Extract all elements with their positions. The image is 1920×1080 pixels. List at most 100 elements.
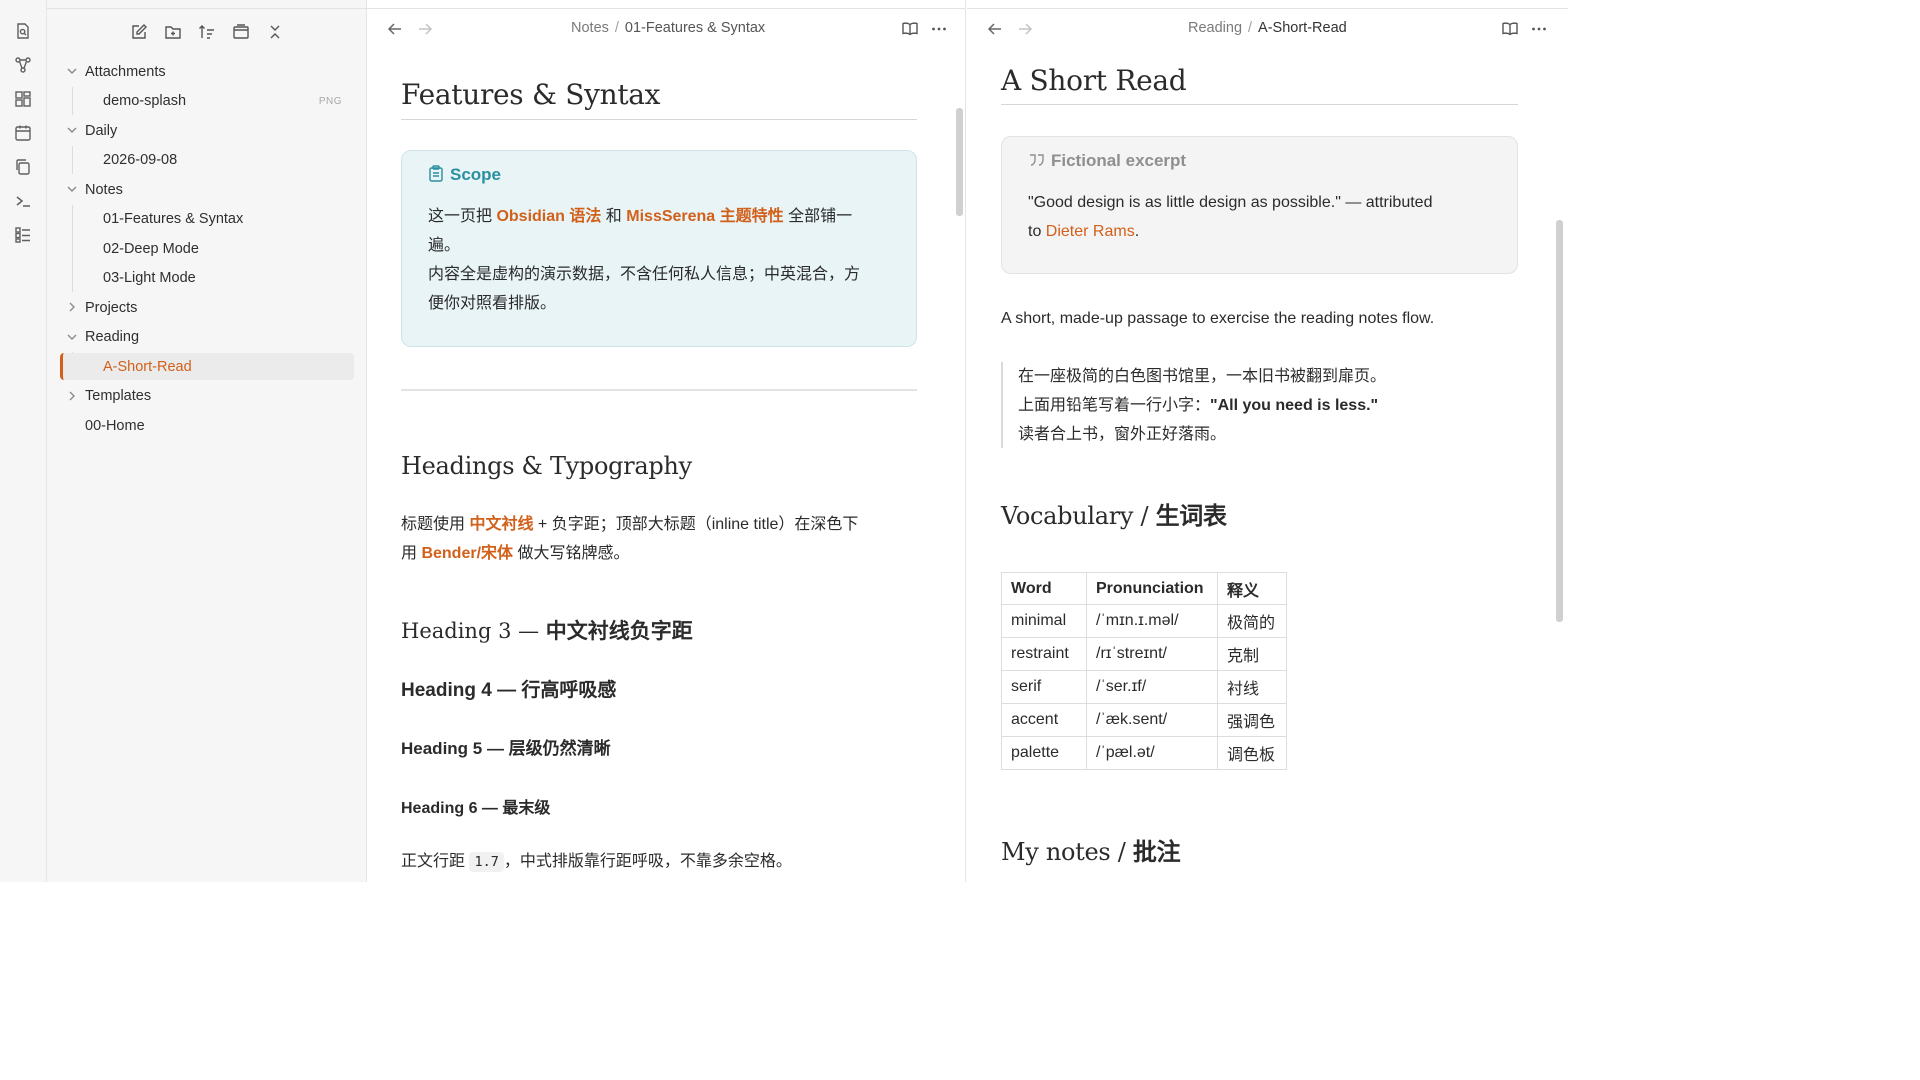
scrollbar[interactable] (1556, 220, 1563, 622)
table-cell: /ˈmɪn.ɪ.məl/ (1086, 604, 1218, 638)
collapse-all-icon[interactable] (264, 21, 286, 43)
table-header-cell: 释义 (1217, 572, 1287, 605)
table-cell: 强调色 (1217, 703, 1287, 737)
tree-folder[interactable]: Projects (47, 294, 367, 321)
quote-icon (1030, 154, 1044, 166)
tree-item-label: demo-splash (103, 93, 187, 109)
calendar-icon[interactable] (12, 122, 34, 144)
tree-item-label: Notes (85, 181, 123, 198)
canvas-icon[interactable] (12, 88, 34, 110)
back-arrow-icon[interactable] (386, 20, 404, 38)
highlight-obsidian: Obsidian 语法 (496, 208, 602, 225)
table-cell: 调色板 (1217, 736, 1287, 770)
chevron-down-icon[interactable] (66, 331, 78, 343)
more-options-icon[interactable] (929, 19, 949, 39)
forward-arrow-icon[interactable] (416, 20, 434, 38)
checklist-icon[interactable] (12, 224, 34, 246)
tree-folder[interactable]: Daily (47, 117, 367, 144)
new-note-icon[interactable] (128, 21, 150, 43)
tree-file[interactable]: 01-Features & Syntax (47, 206, 367, 233)
table-cell: accent (1001, 703, 1087, 737)
callout-title-text: Scope (450, 165, 502, 184)
table-row: accent/ˈæk.sent/强调色 (1001, 703, 1287, 737)
tree-item-label: Projects (85, 299, 138, 316)
tree-item-label: Attachments (85, 63, 166, 80)
chevron-right-icon[interactable] (66, 301, 78, 313)
vocabulary-table: Word Pronunciation 释义 minimal/ˈmɪn.ɪ.məl/极… (1001, 572, 1287, 770)
author-link[interactable]: Dieter Rams (1046, 223, 1135, 240)
scope-callout: Scope 这一页把 Obsidian 语法 和 MissSerena 主题特性… (401, 150, 917, 347)
callout-body: 这一页把 Obsidian 语法 和 MissSerena 主题特性 全部铺一 … (428, 208, 861, 312)
tree-folder[interactable]: Templates (47, 383, 367, 410)
table-row: serif/ˈser.ɪf/衬线 (1001, 670, 1287, 704)
back-arrow-icon[interactable] (986, 20, 1004, 38)
heading-6: Heading 6 — 最末级 (401, 800, 551, 817)
intro-paragraph: A short, made-up passage to exercise the… (1001, 310, 1435, 327)
tree-item-label: Daily (85, 122, 118, 139)
tab-bar (967, 0, 1568, 9)
scrollbar[interactable] (956, 108, 963, 216)
tree-item-label: Reading (85, 329, 140, 345)
chevron-down-icon[interactable] (66, 183, 78, 195)
chevron-down-icon[interactable] (66, 65, 78, 77)
tree-file[interactable]: 02-Deep Mode (47, 235, 367, 262)
clipboard-icon (429, 165, 443, 182)
heading-2: Headings & Typography (401, 452, 692, 480)
table-row: minimal/ˈmɪn.ɪ.məl/极简的 (1001, 604, 1287, 638)
terminal-icon[interactable] (12, 190, 34, 212)
more-options-icon[interactable] (1529, 19, 1549, 39)
copy-files-icon[interactable] (12, 156, 34, 178)
table-row: restraint/rɪˈstreɪnt/克制 (1001, 637, 1287, 671)
callout-title: Scope (428, 165, 501, 185)
body-paragraph: 正文行距 1.7 ，中式排版靠行距呼吸，不靠多余空格。 (401, 852, 792, 872)
table-cell: restraint (1001, 637, 1087, 671)
tree-item-label: 03-Light Mode (103, 270, 196, 286)
quote-callout: Fictional excerpt "Good design is as lit… (1001, 136, 1518, 274)
reading-view-icon[interactable] (900, 19, 920, 39)
forward-arrow-icon[interactable] (1016, 20, 1034, 38)
file-explorer: Attachments demo-splash PNG Daily 2026-09-08… (47, 0, 367, 882)
breadcrumb-file[interactable]: A-Short-Read (1258, 20, 1347, 36)
tab-bar (367, 0, 965, 9)
breadcrumb-file[interactable]: 01-Features & Syntax (625, 20, 765, 36)
table-row: palette/ˈpæl.ət/调色板 (1001, 736, 1287, 770)
tree-item-label: 2026-09-08 (103, 152, 178, 168)
breadcrumb-folder[interactable]: Reading (1188, 20, 1242, 36)
chevron-right-icon[interactable] (66, 390, 78, 402)
tree-file[interactable]: demo-splash PNG (47, 88, 367, 115)
tree-item-label: 01-Features & Syntax (103, 211, 244, 227)
highlight-theme: MissSerena 主题特性 (626, 208, 784, 225)
inline-title: Features & Syntax (401, 78, 661, 111)
heading-vocabulary: Vocabulary / 生词表 (1001, 502, 1227, 530)
tree-folder[interactable]: Attachments (47, 58, 367, 85)
tree-item-label: A-Short-Read (103, 358, 192, 375)
breadcrumb-folder[interactable]: Notes (571, 20, 609, 36)
auto-reveal-icon[interactable] (230, 21, 252, 43)
sort-icon[interactable] (196, 21, 218, 43)
tree-file[interactable]: 00-Home (47, 412, 367, 439)
tree-folder[interactable]: Notes (47, 176, 367, 203)
table-cell: /ˈpæl.ət/ (1086, 736, 1218, 770)
tree-folder[interactable]: Reading (47, 324, 367, 351)
ribbon (0, 0, 47, 882)
tree-file[interactable]: A-Short-Read (60, 353, 354, 380)
reading-view-icon[interactable] (1500, 19, 1520, 39)
tab-bar (47, 0, 367, 9)
title-divider (1001, 104, 1518, 105)
heading-5: Heading 5 — 层级仍然清晰 (401, 739, 611, 758)
quote-body: "Good design is as little design as poss… (1028, 194, 1433, 240)
table-cell: minimal (1001, 604, 1087, 638)
tree-file[interactable]: 03-Light Mode (47, 265, 367, 292)
editor-pane-features: Notes/01-Features & Syntax Features & Sy… (367, 0, 966, 882)
horizontal-rule (401, 389, 917, 391)
chevron-down-icon[interactable] (66, 124, 78, 136)
inline-code: 1.7 (469, 852, 504, 872)
graph-view-icon[interactable] (12, 54, 34, 76)
table-cell: /ˈser.ɪf/ (1086, 670, 1218, 704)
tree-file[interactable]: 2026-09-08 (47, 147, 367, 174)
new-folder-icon[interactable] (162, 21, 184, 43)
tree-item-label: 00-Home (85, 417, 145, 434)
tree-item-label: Templates (85, 388, 152, 404)
editor-pane-reading: Reading / A-Short-Read A Short Read Fictio… (967, 0, 1568, 882)
search-file-icon[interactable] (12, 20, 34, 42)
